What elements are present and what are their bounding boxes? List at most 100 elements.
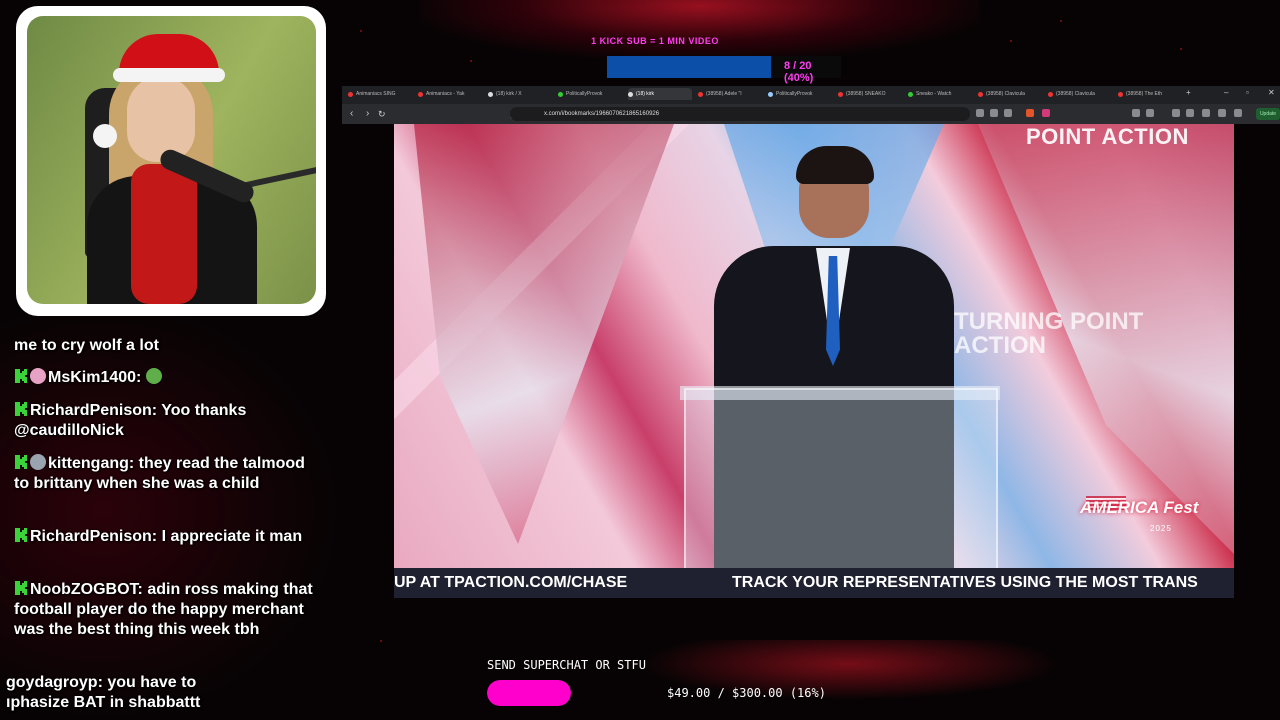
video-player[interactable]: POINT ACTION TURNING POINT ACTION AMERIC…	[394, 124, 1234, 598]
glass-podium	[684, 388, 998, 570]
superchat-goal-progress-bar	[487, 680, 571, 706]
chat-message: MsKim1400:	[14, 368, 319, 388]
superchat-goal-amount: $49.00 / $300.00 (16%)	[667, 686, 826, 700]
americafest-logo: AMERICA Fest	[1080, 498, 1199, 517]
background-glow-top	[420, 0, 980, 60]
chat-username[interactable]: RichardPenison:	[30, 528, 157, 545]
chat-username[interactable]: RichardPenison:	[30, 402, 157, 419]
browser-tab[interactable]: (38958) SNEAKO	[838, 88, 902, 100]
vpn-icon[interactable]	[1234, 109, 1242, 117]
background-speck	[360, 30, 362, 32]
reload-icon[interactable]: ↻	[378, 108, 386, 120]
chat-username[interactable]: kittengang:	[48, 455, 134, 472]
ticker-text-right: TRACK YOUR REPRESENTATIVES USING THE MOS…	[732, 574, 1198, 591]
tab-favicon-icon	[698, 91, 703, 97]
extensions-icon[interactable]	[1186, 109, 1194, 117]
chat-message: goydagroyp: you have to	[6, 673, 311, 693]
sidebar-icon[interactable]	[1132, 109, 1140, 117]
browser-toolbar: ‹ › ↻ ▯ x.com/i/bookmarks/19660706218651…	[342, 104, 1280, 124]
update-button[interactable]: Update	[1256, 108, 1280, 120]
chat-message: kittengang: they read the talmood to bri…	[14, 454, 319, 494]
minimize-icon[interactable]: –	[1224, 88, 1228, 97]
tab-favicon-icon	[558, 91, 563, 97]
kick-badge-icon	[15, 581, 27, 595]
address-bar[interactable]: x.com/i/bookmarks/1966070621865160926	[510, 107, 970, 121]
tab-label: Animaniacs - Yak	[426, 91, 465, 97]
news-ticker: UP AT TPACTION.COM/CHASE TRACK YOUR REPR…	[394, 568, 1234, 598]
chat-message: RichardPenison: Yoo thanks @caudilloNick	[14, 401, 319, 441]
tab-label: PoliticallyProvok	[776, 91, 813, 97]
downloads-icon[interactable]	[1202, 109, 1210, 117]
santa-hat-pompom	[93, 124, 117, 148]
streamer-face	[127, 76, 195, 162]
kick-badge-icon	[15, 402, 27, 416]
new-tab-icon[interactable]: +	[1186, 88, 1191, 97]
santa-hat-band	[113, 68, 225, 82]
browser-tab[interactable]: (38958) Adele "I	[698, 88, 762, 100]
background-speck	[1060, 20, 1062, 22]
tab-label: Animaniacs SING	[356, 91, 396, 97]
tab-favicon-icon	[838, 91, 843, 97]
tab-favicon-icon	[418, 91, 423, 97]
background-speck	[470, 60, 472, 62]
back-icon[interactable]: ‹	[350, 108, 353, 120]
chat-username[interactable]: goydagroyp:	[6, 674, 103, 691]
tab-label: (18) kirk / X	[496, 91, 522, 97]
screen-icon[interactable]	[976, 109, 984, 117]
browser-tab[interactable]: (38958) The Eth	[1118, 88, 1182, 100]
chat-username[interactable]: NoobZOGBOT:	[30, 581, 143, 598]
kick-badge-icon	[15, 528, 27, 542]
maximize-icon[interactable]: ▫	[1246, 88, 1249, 97]
chat-text: you have to	[107, 674, 197, 691]
browser-tab[interactable]: PoliticallyProvok	[558, 88, 622, 100]
music-icon[interactable]	[1172, 109, 1180, 117]
chat-message-partial: me to cry wolf a lot	[14, 337, 159, 354]
background-speck	[1180, 48, 1182, 50]
chat-message: RichardPenison: I appreciate it man	[14, 527, 319, 547]
tab-favicon-icon	[348, 91, 353, 97]
chat-message-continued: ıphasize BAT in shabbattt	[6, 694, 201, 711]
browser-tab[interactable]: Animaniacs SING	[348, 88, 412, 100]
zoom-icon[interactable]	[990, 109, 998, 117]
tpa-backdrop-logo: TURNING POINT ACTION	[954, 308, 1144, 359]
chat-username[interactable]: MsKim1400:	[48, 369, 141, 386]
tab-label: (38958) SNEAKO	[846, 91, 886, 97]
share-icon[interactable]	[1004, 109, 1012, 117]
brave-rewards-icon[interactable]	[1042, 109, 1050, 117]
brave-shield-icon[interactable]	[1026, 109, 1034, 117]
tab-favicon-icon	[488, 91, 493, 97]
browser-tab[interactable]: Animaniacs - Yak	[418, 88, 482, 100]
sub-badge-icon	[30, 454, 46, 470]
tab-favicon-icon	[1118, 91, 1123, 97]
sub-goal-title: 1 KICK SUB = 1 MIN VIDEO	[591, 36, 719, 46]
browser-tab[interactable]: (18) kirk	[628, 88, 692, 100]
leo-icon[interactable]	[1218, 109, 1226, 117]
tab-label: (18) kirk	[636, 91, 655, 97]
tab-label: (38958) Clavicula	[986, 91, 1025, 97]
wallet-icon[interactable]	[1146, 109, 1154, 117]
tab-label: (38958) Clavicula	[1056, 91, 1095, 97]
webcam-feed	[27, 16, 316, 304]
sub-goal-progress-text: 8 / 20 (40%)	[784, 60, 814, 84]
ticker-text-left: UP AT TPACTION.COM/CHASE	[394, 574, 628, 591]
close-window-icon[interactable]: ✕	[1268, 88, 1275, 97]
tab-label: (38958) The Eth	[1126, 91, 1163, 97]
pepe-emote-icon	[145, 368, 162, 384]
chat-message: NoobZOGBOT: adin ross making that footba…	[14, 580, 319, 640]
tab-label: (38958) Adele "I	[706, 91, 742, 97]
kick-badge-icon	[15, 369, 27, 383]
tab-strip: Animaniacs SING Animaniacs - Yak (18) kirk…	[342, 86, 1280, 102]
browser-tab[interactable]: PoliticallyProvok	[768, 88, 832, 100]
chat-text: I appreciate it man	[161, 528, 303, 545]
sub-badge-icon	[30, 368, 46, 384]
browser-tab[interactable]: (38958) Clavicula	[1048, 88, 1112, 100]
forward-icon[interactable]: ›	[366, 108, 369, 120]
speaker-hair	[796, 146, 874, 184]
superchat-goal-title: SEND SUPERCHAT OR STFU	[487, 658, 646, 672]
tab-favicon-icon	[768, 91, 773, 97]
browser-tab[interactable]: (18) kirk / X	[488, 88, 552, 100]
tab-favicon-icon	[628, 91, 633, 97]
browser-tab[interactable]: Sneako - Watch	[908, 88, 972, 100]
browser-tab[interactable]: (38958) Clavicula	[978, 88, 1042, 100]
tpa-logo: POINT ACTION	[1026, 124, 1189, 149]
